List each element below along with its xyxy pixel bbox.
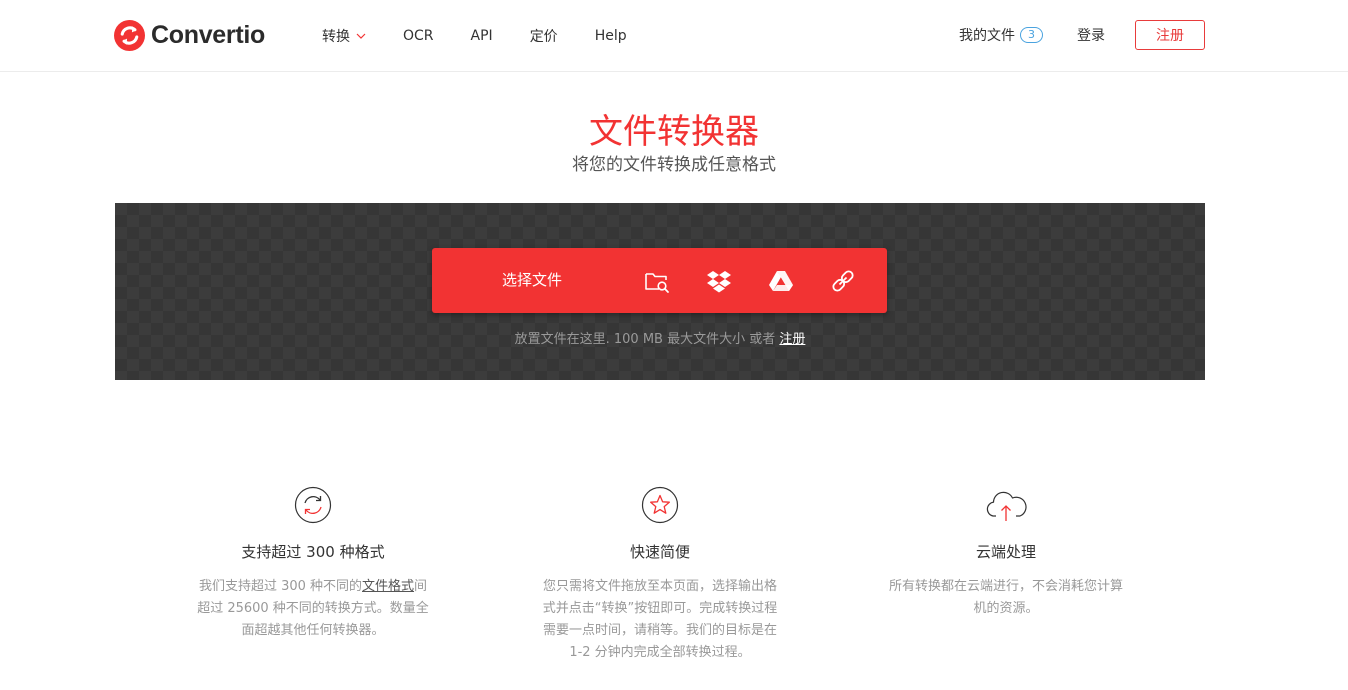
feature-fast-desc: 您只需将文件拖放至本页面，选择输出格式并点击“转换”按钮即可。完成转换过程需要一… xyxy=(542,579,778,660)
file-formats-link[interactable]: 文件格式 xyxy=(362,579,414,594)
page-subtitle: 将您的文件转换成任意格式 xyxy=(572,155,776,175)
convertio-logo[interactable]: Convertio xyxy=(114,20,265,51)
nav-help[interactable]: Help xyxy=(595,26,627,46)
star-icon xyxy=(641,486,679,524)
feature-formats: 支持超过 300 种格式 我们支持超过 300 种不同的文件格式间超过 2560… xyxy=(193,486,433,642)
drop-hint-signup-link[interactable]: 注册 xyxy=(779,332,805,347)
nav-api-label: API xyxy=(470,28,493,44)
logo-text: Convertio xyxy=(151,21,265,49)
feature-formats-desc-before: 我们支持超过 300 种不同的 xyxy=(198,579,363,594)
nav-convert[interactable]: 转换 xyxy=(322,26,366,46)
nav-ocr[interactable]: OCR xyxy=(403,26,434,46)
chevron-down-icon xyxy=(356,33,366,39)
refresh-icon xyxy=(294,486,332,524)
main-nav: 转换 OCR API 定价 Help xyxy=(322,26,664,46)
nav-pricing[interactable]: 定价 xyxy=(530,26,558,46)
folder-search-icon[interactable] xyxy=(643,267,671,295)
nav-ocr-label: OCR xyxy=(403,28,434,44)
page-title: 文件转换器 xyxy=(589,112,759,152)
drop-hint-text: 放置文件在这里. 100 MB 最大文件大小 或者 xyxy=(514,332,776,347)
nav-api[interactable]: API xyxy=(471,26,493,46)
my-files-count-badge: 3 xyxy=(1020,27,1043,43)
nav-pricing-label: 定价 xyxy=(529,29,558,45)
url-link-icon[interactable] xyxy=(829,267,857,295)
my-files-label: 我的文件 xyxy=(959,28,1015,44)
my-files-link[interactable]: 我的文件 3 xyxy=(959,25,1043,45)
feature-formats-title: 支持超过 300 种格式 xyxy=(241,543,385,561)
top-header: Convertio 转换 OCR API 定价 Help 我的文件 3 登录 注… xyxy=(0,0,1348,72)
drop-hint: 放置文件在这里. 100 MB 最大文件大小 或者 注册 xyxy=(115,328,1205,347)
account-nav: 我的文件 3 登录 注册 xyxy=(959,20,1205,50)
cloud-upload-icon xyxy=(986,491,1027,521)
feature-cloud-desc: 所有转换都在云端进行，不会消耗您计算机的资源。 xyxy=(888,579,1123,616)
signup-button[interactable]: 注册 xyxy=(1135,20,1205,50)
feature-cloud: 云端处理 所有转换都在云端进行，不会消耗您计算机的资源。 xyxy=(886,486,1126,620)
feature-formats-desc: 我们支持超过 300 种不同的文件格式间超过 25600 种不同的转换方式。数量… xyxy=(193,576,433,642)
nav-convert-label: 转换 xyxy=(322,29,350,45)
nav-help-label: Help xyxy=(594,28,627,44)
choose-file-bar: 选择文件 xyxy=(432,248,887,313)
login-link[interactable]: 登录 xyxy=(1077,25,1105,45)
convertio-logo-icon xyxy=(114,20,145,51)
dropbox-icon[interactable] xyxy=(705,267,733,295)
file-drop-zone[interactable]: 选择文件 放置文件在这里. 100 MB 最大文件大小 或者 注册 xyxy=(115,203,1205,380)
choose-file-button[interactable]: 选择文件 xyxy=(502,248,562,313)
feature-fast: 快速简便 您只需将文件拖放至本页面，选择输出格式并点击“转换”按钮即可。完成转换… xyxy=(540,486,780,664)
feature-fast-title: 快速简便 xyxy=(629,543,690,561)
google-drive-icon[interactable] xyxy=(767,267,795,295)
feature-cloud-title: 云端处理 xyxy=(975,543,1036,561)
